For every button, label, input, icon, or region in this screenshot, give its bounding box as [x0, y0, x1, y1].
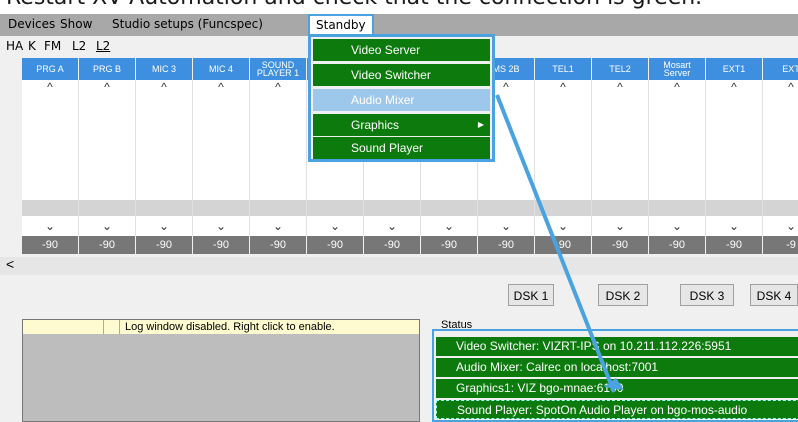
annotation-arrow — [495, 94, 624, 393]
